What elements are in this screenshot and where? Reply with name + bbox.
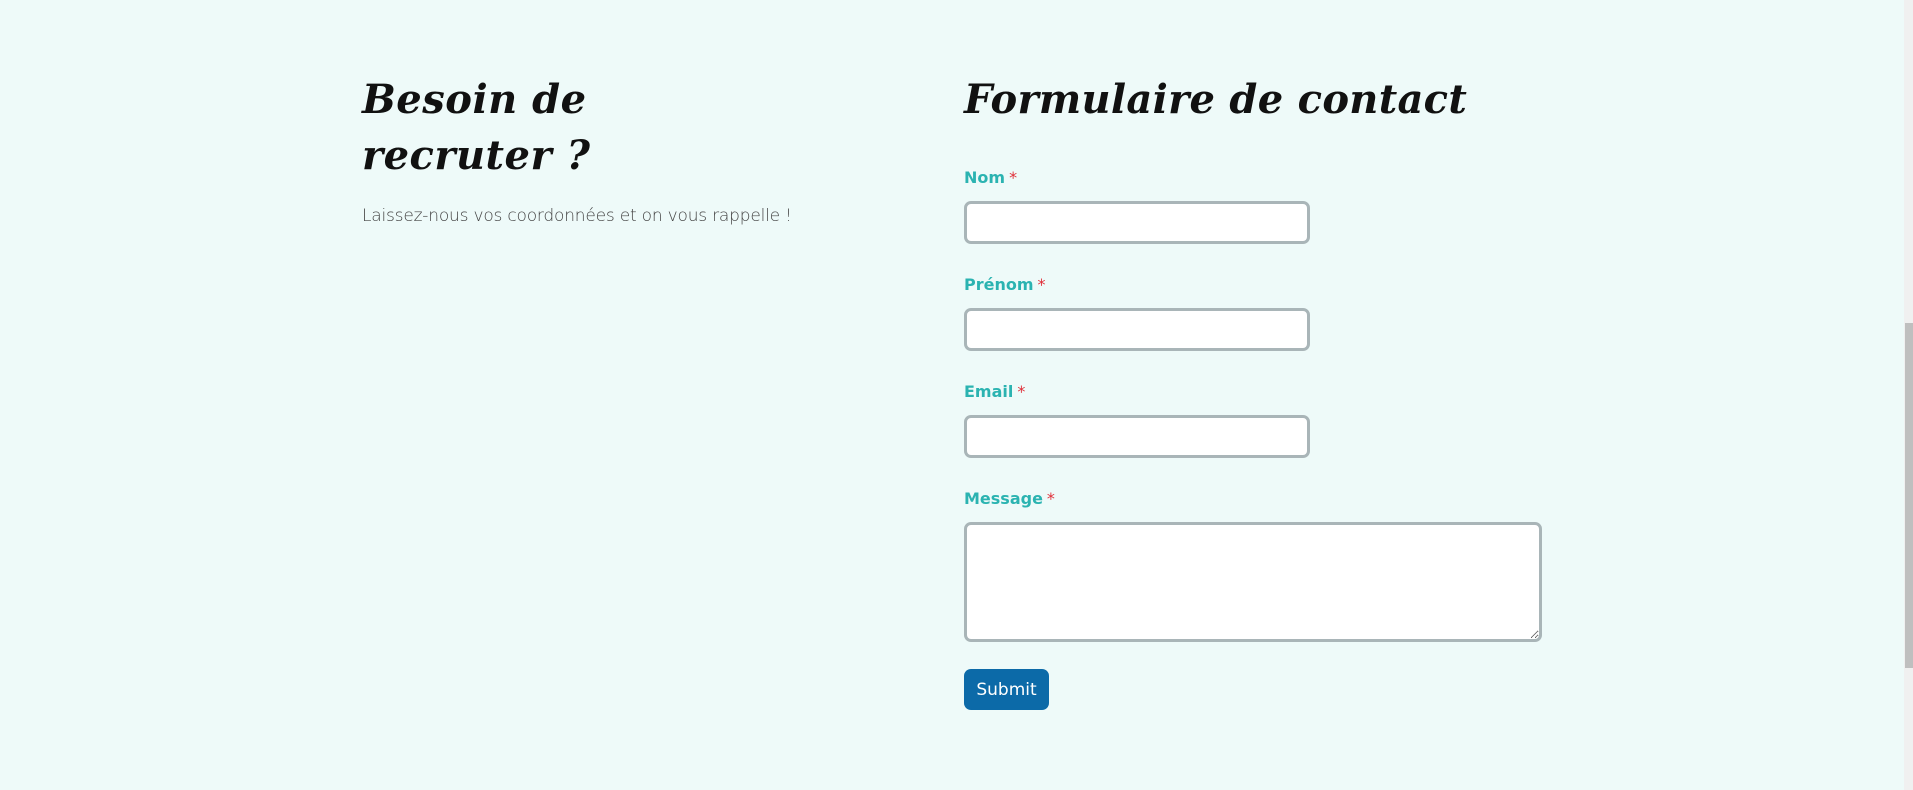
message-label-text: Message [964,489,1043,508]
recruit-heading-line1: Besoin de [362,76,587,123]
email-input[interactable] [964,415,1310,458]
prenom-label: Prénom * [964,275,1310,295]
email-field: Email * [964,382,1310,458]
page-scrollbar[interactable] [1904,0,1913,790]
message-field: Message * [964,489,1542,642]
required-marker: * [1037,275,1046,294]
contact-form: Formulaire de contact Nom * Prénom * Email… [964,72,1564,710]
required-marker: * [1009,168,1018,187]
nom-label-text: Nom [964,168,1006,187]
nom-label: Nom * [964,168,1310,188]
page: Besoin de recruter ? Laissez-nous vos co… [0,0,1913,790]
scrollbar-thumb[interactable] [1905,323,1913,668]
email-label-text: Email [964,382,1014,401]
submit-button[interactable]: Submit [964,669,1049,710]
required-marker: * [1017,382,1026,401]
prenom-input[interactable] [964,308,1310,351]
recruit-intro-text: Laissez-nous vos coordonnées et on vous … [362,206,792,226]
message-label: Message * [964,489,1542,509]
nom-field: Nom * [964,168,1310,244]
nom-input[interactable] [964,201,1310,244]
prenom-label-text: Prénom [964,275,1034,294]
recruit-section: Besoin de recruter ? Laissez-nous vos co… [362,72,882,226]
form-heading: Formulaire de contact [964,76,1468,123]
message-textarea[interactable] [964,522,1542,642]
required-marker: * [1046,489,1055,508]
recruit-heading-line2: recruter ? [362,132,591,179]
recruit-heading: Besoin de recruter ? [362,72,882,184]
prenom-field: Prénom * [964,275,1310,351]
email-label: Email * [964,382,1310,402]
